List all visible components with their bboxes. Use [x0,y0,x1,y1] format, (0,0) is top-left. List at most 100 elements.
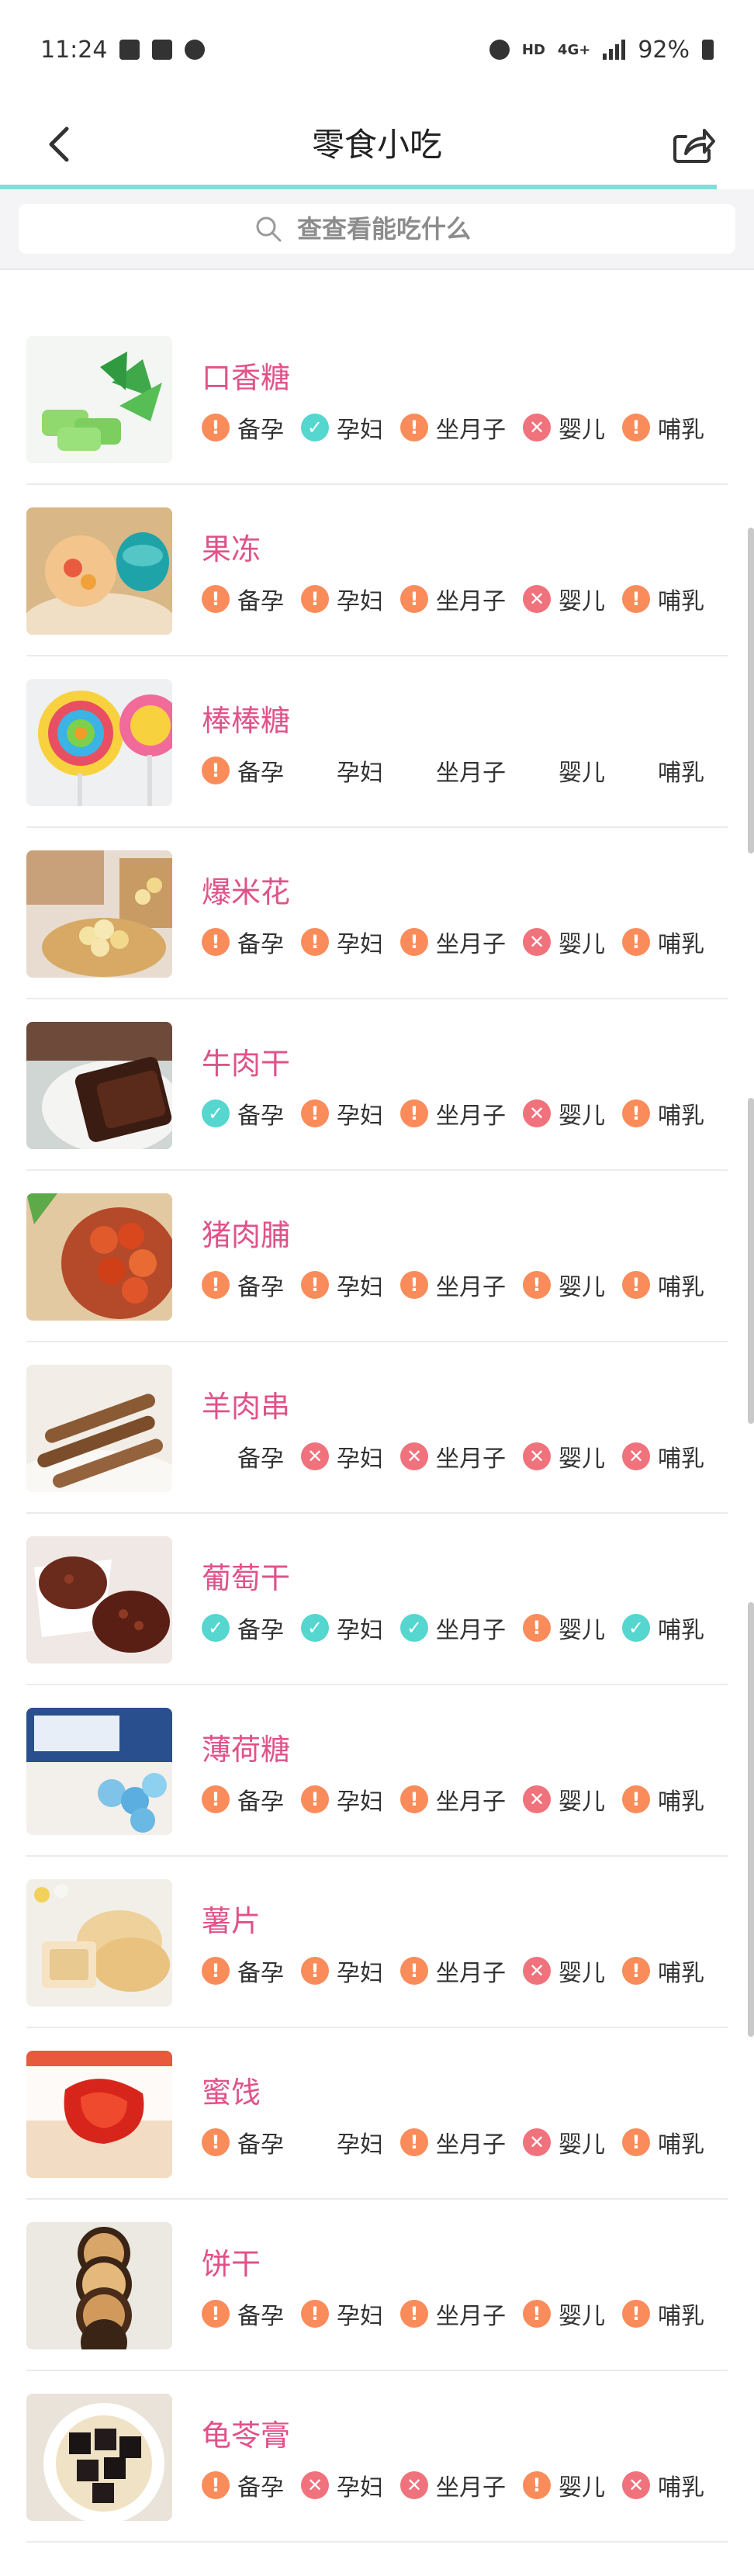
group-label: 哺乳 [658,1788,704,1816]
food-list-item[interactable]: 薄荷糖! 备孕! 孕妇! 坐月子 ✕ 婴儿! 哺乳 [0,1685,754,1857]
group-label: 哺乳 [658,2474,704,2502]
suitability-tag: ✕ 哺乳 [622,1439,704,1473]
network-type: 4G+ [557,41,591,58]
food-thumbnail [26,335,172,463]
group-label: 坐月子 [436,1103,506,1130]
back-arrow-icon[interactable] [40,123,78,166]
scrollbar[interactable] [748,1098,754,1424]
suitability-tag: ✕ 婴儿 [523,410,605,445]
caution-icon: ! [622,2128,650,2156]
food-name: 果冻 [202,532,261,566]
suitability-tags: ✓ 备孕 ✓ 孕妇 ✓ 坐月子! 婴儿 ✓ 哺乳 [202,1611,721,1645]
caution-icon: ! [202,1957,230,1985]
food-list-item[interactable]: 龟苓膏! 备孕 ✕ 孕妇 ✕ 坐月子! 婴儿 ✕ 哺乳 [0,2371,754,2543]
group-label: 婴儿 [559,2474,605,2502]
group-label: 备孕 [237,760,284,787]
group-label: 备孕 [237,1788,284,1816]
food-list-item[interactable]: 口香糖! 备孕 ✓ 孕妇! 坐月子 ✕ 婴儿! 哺乳 [0,313,754,485]
food-list-item[interactable]: 羊肉串 ⋯ 备孕 ✕ 孕妇 ✕ 坐月子 ✕ 婴儿 ✕ 哺乳 [0,1342,754,1514]
suitability-tag: ! 孕妇 [301,2297,383,2331]
group-label: 孕妇 [337,1274,383,1301]
group-label: 哺乳 [658,931,704,958]
caution-icon: ! [400,1099,428,1127]
suitability-tag: ! 坐月子 [400,1268,506,1302]
group-label: 孕妇 [337,1617,383,1644]
cross-icon: ✕ [523,1957,551,1985]
status-bar: 11:24 HD 4G+ 92% [0,0,754,99]
search-bar [0,189,754,270]
food-thumbnail [26,850,172,978]
caution-icon: ! [400,1271,428,1299]
cross-icon: ✕ [523,1785,551,1813]
group-label: 孕妇 [337,588,383,615]
food-list-item[interactable]: 饼干! 备孕! 孕妇! 坐月子! 婴儿! 哺乳 [0,2200,754,2371]
food-list-item[interactable]: 棒棒糖! 备孕 ⋯ 孕妇 ⋯ 坐月子 ⋯ 婴儿 ⋯ 哺乳 [0,656,754,828]
suitability-tag: ! 坐月子 [400,2125,506,2159]
group-label: 孕妇 [337,931,383,958]
food-list-item[interactable]: 猪肉脯! 备孕! 孕妇! 坐月子! 婴儿! 哺乳 [0,1171,754,1342]
suitability-tag: ⋯ 婴儿 [523,753,605,788]
suitability-tag: ✕ 坐月子 [400,2468,506,2502]
food-list-item[interactable]: 爆米花! 备孕! 孕妇! 坐月子 ✕ 婴儿! 哺乳 [0,828,754,999]
suitability-tag: ✕ 孕妇 [301,1439,383,1473]
suitability-tag: ✕ 婴儿 [523,1954,605,1988]
search-input[interactable] [296,213,500,244]
food-list-item[interactable]: 葡萄干 ✓ 备孕 ✓ 孕妇 ✓ 坐月子! 婴儿 ✓ 哺乳 [0,1514,754,1685]
group-label: 婴儿 [559,2131,605,2159]
suitability-tag: ⋯ 备孕 [202,1439,284,1473]
food-list-item[interactable]: 薯片! 备孕! 孕妇! 坐月子 ✕ 婴儿! 哺乳 [0,1857,754,2028]
caution-icon: ! [622,1099,650,1127]
suitability-tag: ! 哺乳 [622,1782,704,1816]
food-name: 牛肉干 [202,1047,291,1081]
unknown-icon: ⋯ [206,1446,225,1467]
group-label: 坐月子 [436,417,506,444]
suitability-tags: ! 备孕! 孕妇! 坐月子 ✕ 婴儿! 哺乳 [202,925,721,959]
suitability-tags: ! 备孕! 孕妇! 坐月子 ✕ 婴儿! 哺乳 [202,1782,721,1816]
suitability-tag: ✕ 孕妇 [301,2468,383,2502]
food-list-item[interactable]: 蜜饯! 备孕 ⋯ 孕妇! 坐月子 ✕ 婴儿! 哺乳 [0,2028,754,2200]
suitability-tags: ! 备孕 ✕ 孕妇 ✕ 坐月子! 婴儿 ✕ 哺乳 [202,2468,721,2502]
food-name: 口香糖 [202,361,291,395]
food-name: 葡萄干 [202,1561,291,1595]
group-label: 备孕 [237,2303,284,2330]
suitability-tag: ! 哺乳 [622,410,704,445]
group-label: 备孕 [237,1960,284,1987]
suitability-tag: ! 备孕 [202,1782,284,1816]
caution-icon: ! [622,585,650,613]
caution-icon: ! [400,585,428,613]
group-label: 哺乳 [658,417,704,444]
food-list-item[interactable]: 果冻! 备孕! 孕妇! 坐月子 ✕ 婴儿! 哺乳 [0,485,754,656]
cross-icon: ✕ [523,1442,551,1470]
nav-bar: 零食小吃 [0,99,754,185]
food-list-item[interactable]: 牛肉干 ✓ 备孕! 孕妇! 坐月子 ✕ 婴儿! 哺乳 [0,999,754,1171]
food-name: 饼干 [202,2247,261,2281]
food-thumbnail [26,1193,172,1321]
caution-icon: ! [622,1957,650,1985]
group-label: 坐月子 [436,1617,506,1644]
caution-icon: ! [400,2300,428,2328]
suitability-tag: ⋯ 孕妇 [301,2125,383,2159]
suitability-tag: ! 孕妇 [301,1096,383,1130]
scrollbar[interactable] [748,1602,754,2037]
caution-icon: ! [301,1271,329,1299]
page-title: 零食小吃 [311,125,442,164]
share-icon[interactable] [670,123,717,166]
unknown-icon: ⋯ [405,760,424,781]
group-label: 婴儿 [559,417,605,444]
suitability-tag: ! 备孕 [202,753,284,788]
suitability-tag: ! 坐月子 [400,1954,506,1988]
suitability-tag: ✕ 婴儿 [523,1096,605,1130]
suitability-tag: ! 备孕 [202,1954,284,1988]
signal-icon [603,40,626,60]
scrollbar[interactable] [748,528,754,853]
search-box[interactable] [19,204,735,254]
caution-icon: ! [523,2300,551,2328]
caution-icon: ! [202,928,230,956]
food-info: 棒棒糖! 备孕 ⋯ 孕妇 ⋯ 坐月子 ⋯ 婴儿 ⋯ 哺乳 [202,697,721,788]
cross-icon: ✕ [301,2471,329,2499]
suitability-tag: ! 坐月子 [400,1782,506,1816]
food-info: 猪肉脯! 备孕! 孕妇! 坐月子! 婴儿! 哺乳 [202,1211,721,1302]
group-label: 坐月子 [436,2303,506,2330]
group-label: 哺乳 [658,1446,704,1473]
group-label: 坐月子 [436,1446,506,1473]
